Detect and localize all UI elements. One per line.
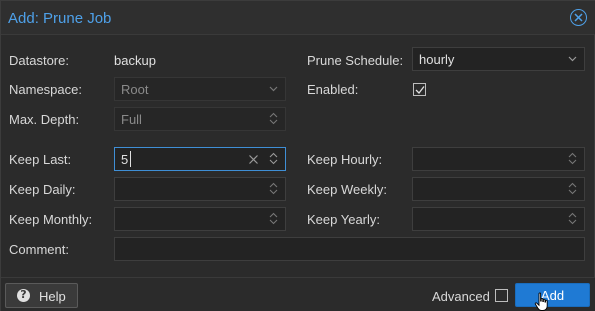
keep-weekly-input[interactable] xyxy=(412,177,585,201)
keep-monthly-label: Keep Monthly: xyxy=(9,212,93,227)
help-button-label: Help xyxy=(39,289,66,304)
chevron-down-icon xyxy=(263,78,285,100)
keep-yearly-label: Keep Yearly: xyxy=(307,212,381,227)
dialog-title: Add: Prune Job xyxy=(8,10,112,27)
up-down-arrows-icon[interactable] xyxy=(263,178,285,200)
hand-cursor-icon xyxy=(534,292,548,311)
question-circle-icon: ? xyxy=(17,288,30,302)
dialog-titlebar: Add: Prune Job xyxy=(1,1,595,35)
up-down-arrows-icon[interactable] xyxy=(562,208,584,230)
enabled-checkbox[interactable] xyxy=(413,83,426,96)
checkmark-icon xyxy=(415,86,425,94)
close-icon[interactable] xyxy=(570,9,587,26)
add-button-label: Add xyxy=(540,288,565,303)
comment-input[interactable] xyxy=(114,237,585,261)
add-button[interactable]: Add xyxy=(515,283,590,307)
help-icon-glyph: ? xyxy=(20,288,27,301)
advanced-checkbox[interactable] xyxy=(495,289,508,302)
up-down-arrows-icon[interactable] xyxy=(263,148,285,170)
prune-schedule-label: Prune Schedule: xyxy=(307,53,404,68)
keep-monthly-input[interactable] xyxy=(114,207,286,231)
keep-hourly-input[interactable] xyxy=(412,147,585,171)
namespace-combo: Root xyxy=(114,77,286,101)
up-down-arrows-icon[interactable] xyxy=(562,178,584,200)
prune-job-dialog: Add: Prune Job Datastore: backup Namespa… xyxy=(0,0,595,311)
keep-last-input[interactable]: 5 xyxy=(114,147,286,171)
keep-daily-input[interactable] xyxy=(114,177,286,201)
datastore-value: backup xyxy=(114,53,156,68)
text-caret xyxy=(130,151,131,167)
keep-hourly-label: Keep Hourly: xyxy=(307,152,383,167)
max-depth-label: Max. Depth: xyxy=(9,112,80,127)
help-button[interactable]: ? Help xyxy=(5,283,78,308)
keep-last-label: Keep Last: xyxy=(9,152,72,167)
datastore-label: Datastore: xyxy=(9,53,69,68)
keep-last-value: 5 xyxy=(121,152,129,167)
prune-schedule-combo[interactable]: hourly xyxy=(412,47,585,71)
advanced-label: Advanced xyxy=(432,289,490,304)
chevron-down-icon[interactable] xyxy=(562,48,584,70)
x-clear-icon[interactable] xyxy=(248,153,259,168)
up-down-arrows-icon xyxy=(263,108,285,130)
up-down-arrows-icon[interactable] xyxy=(263,208,285,230)
prune-schedule-value: hourly xyxy=(419,52,455,67)
up-down-arrows-icon[interactable] xyxy=(562,148,584,170)
namespace-label: Namespace: xyxy=(9,82,82,97)
comment-label: Comment: xyxy=(9,242,69,257)
max-depth-spinner: Full xyxy=(114,107,286,131)
keep-daily-label: Keep Daily: xyxy=(9,182,76,197)
namespace-value: Root xyxy=(121,82,149,97)
max-depth-value: Full xyxy=(121,112,142,127)
keep-yearly-input[interactable] xyxy=(412,207,585,231)
enabled-label: Enabled: xyxy=(307,82,359,97)
keep-weekly-label: Keep Weekly: xyxy=(307,182,387,197)
